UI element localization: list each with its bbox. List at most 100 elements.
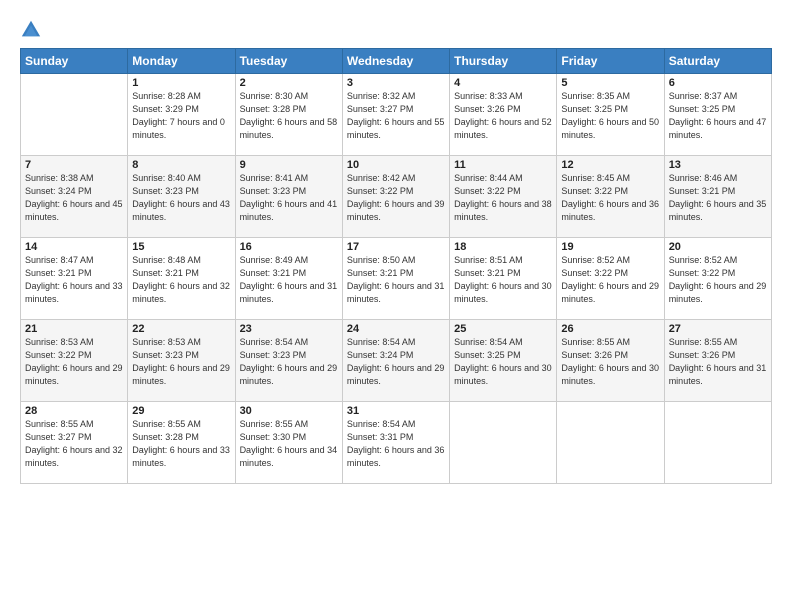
day-cell: 13Sunrise: 8:46 AMSunset: 3:21 PMDayligh… [664,156,771,238]
day-info: Sunrise: 8:41 AMSunset: 3:23 PMDaylight:… [240,172,338,224]
day-number: 4 [454,77,552,89]
col-header-saturday: Saturday [664,49,771,74]
day-cell: 9Sunrise: 8:41 AMSunset: 3:23 PMDaylight… [235,156,342,238]
day-info: Sunrise: 8:47 AMSunset: 3:21 PMDaylight:… [25,254,123,306]
day-info: Sunrise: 8:55 AMSunset: 3:28 PMDaylight:… [132,418,230,470]
day-number: 26 [561,323,659,335]
day-number: 11 [454,159,552,171]
col-header-wednesday: Wednesday [342,49,449,74]
day-cell [557,402,664,484]
day-info: Sunrise: 8:54 AMSunset: 3:25 PMDaylight:… [454,336,552,388]
col-header-sunday: Sunday [21,49,128,74]
day-info: Sunrise: 8:55 AMSunset: 3:26 PMDaylight:… [669,336,767,388]
day-cell: 2Sunrise: 8:30 AMSunset: 3:28 PMDaylight… [235,74,342,156]
day-info: Sunrise: 8:37 AMSunset: 3:25 PMDaylight:… [669,90,767,142]
day-number: 13 [669,159,767,171]
day-cell [450,402,557,484]
day-cell: 15Sunrise: 8:48 AMSunset: 3:21 PMDayligh… [128,238,235,320]
day-number: 19 [561,241,659,253]
day-number: 1 [132,77,230,89]
day-info: Sunrise: 8:54 AMSunset: 3:24 PMDaylight:… [347,336,445,388]
day-cell [21,74,128,156]
day-number: 9 [240,159,338,171]
day-cell: 18Sunrise: 8:51 AMSunset: 3:21 PMDayligh… [450,238,557,320]
day-number: 16 [240,241,338,253]
day-cell: 10Sunrise: 8:42 AMSunset: 3:22 PMDayligh… [342,156,449,238]
logo [20,18,46,40]
day-number: 31 [347,405,445,417]
day-cell: 20Sunrise: 8:52 AMSunset: 3:22 PMDayligh… [664,238,771,320]
logo-icon [20,18,42,40]
week-row-3: 14Sunrise: 8:47 AMSunset: 3:21 PMDayligh… [21,238,772,320]
day-info: Sunrise: 8:50 AMSunset: 3:21 PMDaylight:… [347,254,445,306]
day-info: Sunrise: 8:53 AMSunset: 3:23 PMDaylight:… [132,336,230,388]
day-info: Sunrise: 8:32 AMSunset: 3:27 PMDaylight:… [347,90,445,142]
col-header-thursday: Thursday [450,49,557,74]
day-cell: 23Sunrise: 8:54 AMSunset: 3:23 PMDayligh… [235,320,342,402]
day-cell: 22Sunrise: 8:53 AMSunset: 3:23 PMDayligh… [128,320,235,402]
day-number: 6 [669,77,767,89]
day-cell: 31Sunrise: 8:54 AMSunset: 3:31 PMDayligh… [342,402,449,484]
day-number: 20 [669,241,767,253]
day-number: 27 [669,323,767,335]
day-info: Sunrise: 8:33 AMSunset: 3:26 PMDaylight:… [454,90,552,142]
calendar-page: SundayMondayTuesdayWednesdayThursdayFrid… [0,0,792,612]
day-number: 28 [25,405,123,417]
day-number: 24 [347,323,445,335]
day-number: 7 [25,159,123,171]
day-info: Sunrise: 8:51 AMSunset: 3:21 PMDaylight:… [454,254,552,306]
day-cell: 26Sunrise: 8:55 AMSunset: 3:26 PMDayligh… [557,320,664,402]
day-number: 14 [25,241,123,253]
day-cell: 30Sunrise: 8:55 AMSunset: 3:30 PMDayligh… [235,402,342,484]
day-info: Sunrise: 8:48 AMSunset: 3:21 PMDaylight:… [132,254,230,306]
day-cell: 11Sunrise: 8:44 AMSunset: 3:22 PMDayligh… [450,156,557,238]
day-info: Sunrise: 8:55 AMSunset: 3:27 PMDaylight:… [25,418,123,470]
day-info: Sunrise: 8:38 AMSunset: 3:24 PMDaylight:… [25,172,123,224]
day-cell: 3Sunrise: 8:32 AMSunset: 3:27 PMDaylight… [342,74,449,156]
day-info: Sunrise: 8:55 AMSunset: 3:30 PMDaylight:… [240,418,338,470]
day-cell: 16Sunrise: 8:49 AMSunset: 3:21 PMDayligh… [235,238,342,320]
col-header-monday: Monday [128,49,235,74]
day-number: 2 [240,77,338,89]
day-cell: 19Sunrise: 8:52 AMSunset: 3:22 PMDayligh… [557,238,664,320]
day-number: 8 [132,159,230,171]
day-info: Sunrise: 8:42 AMSunset: 3:22 PMDaylight:… [347,172,445,224]
week-row-5: 28Sunrise: 8:55 AMSunset: 3:27 PMDayligh… [21,402,772,484]
day-number: 25 [454,323,552,335]
week-row-4: 21Sunrise: 8:53 AMSunset: 3:22 PMDayligh… [21,320,772,402]
header [20,18,772,40]
calendar-header-row: SundayMondayTuesdayWednesdayThursdayFrid… [21,49,772,74]
day-cell: 29Sunrise: 8:55 AMSunset: 3:28 PMDayligh… [128,402,235,484]
calendar-table: SundayMondayTuesdayWednesdayThursdayFrid… [20,48,772,484]
day-info: Sunrise: 8:53 AMSunset: 3:22 PMDaylight:… [25,336,123,388]
day-cell: 7Sunrise: 8:38 AMSunset: 3:24 PMDaylight… [21,156,128,238]
day-number: 18 [454,241,552,253]
day-info: Sunrise: 8:35 AMSunset: 3:25 PMDaylight:… [561,90,659,142]
day-cell: 14Sunrise: 8:47 AMSunset: 3:21 PMDayligh… [21,238,128,320]
day-cell: 24Sunrise: 8:54 AMSunset: 3:24 PMDayligh… [342,320,449,402]
day-info: Sunrise: 8:46 AMSunset: 3:21 PMDaylight:… [669,172,767,224]
day-info: Sunrise: 8:52 AMSunset: 3:22 PMDaylight:… [561,254,659,306]
day-info: Sunrise: 8:55 AMSunset: 3:26 PMDaylight:… [561,336,659,388]
day-info: Sunrise: 8:40 AMSunset: 3:23 PMDaylight:… [132,172,230,224]
day-cell: 12Sunrise: 8:45 AMSunset: 3:22 PMDayligh… [557,156,664,238]
day-number: 12 [561,159,659,171]
day-cell: 25Sunrise: 8:54 AMSunset: 3:25 PMDayligh… [450,320,557,402]
col-header-friday: Friday [557,49,664,74]
day-number: 5 [561,77,659,89]
day-number: 21 [25,323,123,335]
day-info: Sunrise: 8:44 AMSunset: 3:22 PMDaylight:… [454,172,552,224]
day-info: Sunrise: 8:49 AMSunset: 3:21 PMDaylight:… [240,254,338,306]
day-number: 23 [240,323,338,335]
day-number: 17 [347,241,445,253]
day-cell: 28Sunrise: 8:55 AMSunset: 3:27 PMDayligh… [21,402,128,484]
day-number: 22 [132,323,230,335]
day-cell: 27Sunrise: 8:55 AMSunset: 3:26 PMDayligh… [664,320,771,402]
day-number: 15 [132,241,230,253]
day-cell: 1Sunrise: 8:28 AMSunset: 3:29 PMDaylight… [128,74,235,156]
day-cell: 21Sunrise: 8:53 AMSunset: 3:22 PMDayligh… [21,320,128,402]
week-row-1: 1Sunrise: 8:28 AMSunset: 3:29 PMDaylight… [21,74,772,156]
day-number: 10 [347,159,445,171]
day-cell: 5Sunrise: 8:35 AMSunset: 3:25 PMDaylight… [557,74,664,156]
day-info: Sunrise: 8:54 AMSunset: 3:23 PMDaylight:… [240,336,338,388]
